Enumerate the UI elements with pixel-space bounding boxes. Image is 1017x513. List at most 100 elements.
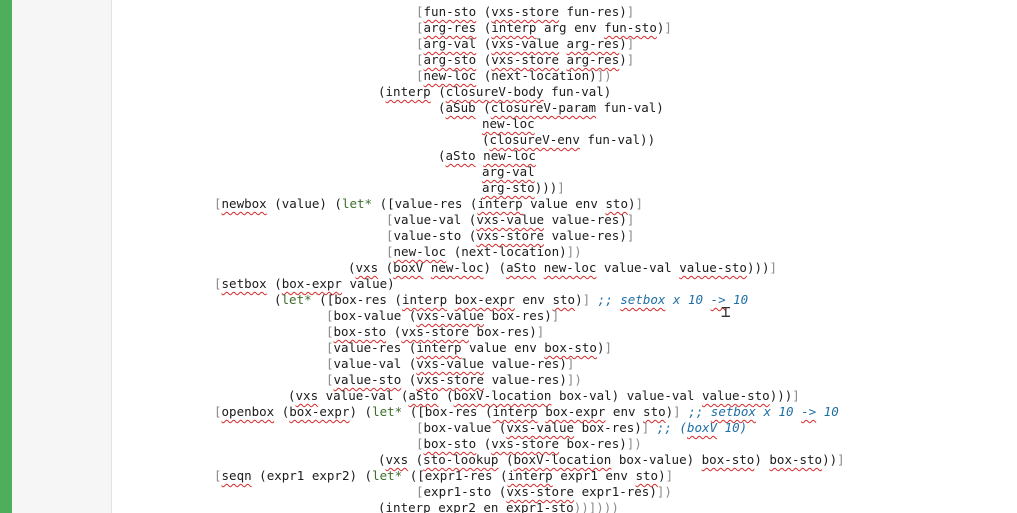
- code-line[interactable]: [value-val (vxs-value value-res)]: [386, 212, 634, 228]
- code-token: value env: [461, 340, 545, 355]
- code-token: vxs-value: [416, 308, 485, 323]
- code-line[interactable]: [openbox (box-expr) (let* ([box-res (int…: [214, 404, 839, 420]
- code-token: value-sto: [333, 372, 402, 387]
- code-token: interp: [491, 20, 537, 35]
- code-line[interactable]: [box-sto (vxs-store box-res)]: [326, 324, 544, 340]
- code-token: box-expr: [281, 276, 342, 291]
- code-token: ): [575, 292, 583, 307]
- code-line[interactable]: (vxs value-val (aSto (boxV-location box-…: [288, 388, 800, 404]
- code-token: ): [627, 196, 636, 211]
- code-token: ([: [402, 404, 425, 419]
- code-token: boxV: [393, 260, 424, 275]
- code-token: sto: [643, 404, 666, 419]
- code-token: value-res (: [394, 196, 478, 211]
- code-line[interactable]: (let* ([box-res (interp box-expr env sto…: [274, 292, 748, 308]
- code-token: arg-res: [566, 36, 620, 51]
- code-line[interactable]: [box-value (vxs-value box-res)]: [326, 308, 559, 324]
- code-token: interp: [492, 404, 538, 419]
- code-token: expr1-res (: [424, 468, 508, 483]
- code-token: vxs-store: [491, 436, 560, 451]
- code-token: (: [408, 452, 424, 467]
- code-token: (: [378, 84, 386, 99]
- code-token: box-value (: [333, 308, 417, 323]
- code-token: sto-lookup: [423, 452, 499, 467]
- code-token: value-sto: [701, 388, 770, 403]
- code-token: box-sto: [544, 340, 597, 355]
- code-token: arg-res: [423, 20, 477, 35]
- code-token: x 10: [755, 404, 802, 419]
- code-token: ))): [534, 180, 558, 195]
- code-token: value-val (: [393, 212, 477, 227]
- code-line[interactable]: (interp expr2 en expr1-sto))]))): [378, 500, 619, 513]
- code-token: [: [386, 244, 394, 259]
- code-token: ([: [311, 292, 335, 307]
- code-line[interactable]: arg-sto)))]: [482, 180, 565, 196]
- code-line[interactable]: [fun-sto (vxs-store fun-res)]: [416, 4, 634, 20]
- code-editor[interactable]: [fun-sto (vxs-store fun-res)] [arg-res (i…: [112, 0, 1017, 513]
- code-line[interactable]: [arg-res (interp arg env fun-sto)]: [416, 20, 672, 36]
- code-token: fun-sto: [604, 20, 657, 35]
- code-token: interp: [385, 84, 431, 99]
- code-line[interactable]: (vxs (boxV new-loc) (aSto new-loc value-…: [348, 260, 777, 276]
- code-token: interp: [385, 500, 431, 513]
- code-token: value-val (: [318, 388, 409, 403]
- code-token: [: [326, 372, 334, 387]
- code-token: box-sto: [333, 324, 387, 339]
- code-line[interactable]: (aSub (closureV-param fun-val): [438, 100, 664, 116]
- code-token: boxV-location: [513, 452, 612, 467]
- code-token: fun-val): [596, 100, 664, 115]
- code-token: arg-val: [482, 164, 535, 179]
- code-token: interp: [401, 292, 448, 307]
- code-token: ]: [665, 468, 674, 483]
- code-line[interactable]: [expr1-sto (vxs-store expr1-res)]): [416, 484, 672, 500]
- code-line[interactable]: new-loc: [482, 116, 535, 132]
- code-line[interactable]: [value-sto (vxs-store value-res)]): [326, 372, 582, 388]
- code-token: (: [438, 388, 454, 403]
- code-line[interactable]: [arg-val (vxs-value arg-res)]: [416, 36, 634, 52]
- code-token: sto: [635, 468, 659, 483]
- code-token: (: [476, 52, 492, 67]
- code-token: sto: [605, 196, 628, 211]
- code-line[interactable]: [setbox (box-expr value): [214, 276, 395, 292]
- code-token: vxs-store: [416, 372, 485, 387]
- code-token: 10): [717, 420, 748, 435]
- code-line[interactable]: (aSto new-loc: [438, 148, 536, 164]
- code-token: [: [326, 308, 334, 323]
- code-line[interactable]: [new-loc (next-location)]): [386, 244, 582, 260]
- code-token: vxs-store: [401, 324, 470, 339]
- code-token: box-res (: [334, 292, 402, 307]
- code-line[interactable]: [value-res (interp value env box-sto)]: [326, 340, 612, 356]
- code-line[interactable]: (interp (closureV-body fun-val): [378, 84, 611, 100]
- code-token: new-loc: [423, 68, 477, 83]
- code-token: (next-location): [446, 244, 567, 259]
- code-token: (next-location): [476, 68, 597, 83]
- code-token: let*: [372, 468, 403, 483]
- code-line[interactable]: [box-value (vxs-value box-res)] ;; (boxV…: [416, 420, 747, 436]
- code-line[interactable]: [newbox (value) (let* ([value-res (inter…: [214, 196, 643, 212]
- code-line[interactable]: arg-val: [482, 164, 535, 180]
- code-line[interactable]: (closureV-env fun-val)): [482, 132, 655, 148]
- code-token: (: [482, 132, 490, 147]
- code-line[interactable]: [value-val (vxs-value value-res)]: [326, 356, 574, 372]
- code-token: x 10: [665, 292, 711, 307]
- code-token: [: [326, 324, 334, 339]
- code-token: ]: [536, 324, 545, 339]
- code-token: value-res): [484, 372, 567, 387]
- code-token: box-res): [559, 436, 627, 451]
- code-token: closureV-body: [445, 84, 544, 99]
- code-line[interactable]: [arg-sto (vxs-store arg-res)]: [416, 52, 634, 68]
- code-line[interactable]: [value-sto (vxs-store value-res)]: [386, 228, 634, 244]
- code-line[interactable]: [new-loc (next-location)]): [416, 68, 612, 84]
- code-line[interactable]: (vxs (sto-lookup (boxV-location box-valu…: [378, 452, 845, 468]
- code-line[interactable]: [seqn (expr1 expr2) (let* ([expr1-res (i…: [214, 468, 673, 484]
- code-token: closureV-param: [490, 100, 597, 115]
- code-token: ]: [626, 4, 635, 19]
- code-token: arg-sto: [423, 52, 477, 67]
- code-token: aSto: [506, 260, 537, 275]
- code-token: ]: [551, 308, 560, 323]
- code-token: box-value (: [423, 420, 507, 435]
- code-line[interactable]: [box-sto (vxs-store box-res)]): [416, 436, 642, 452]
- code-token: let*: [281, 292, 312, 307]
